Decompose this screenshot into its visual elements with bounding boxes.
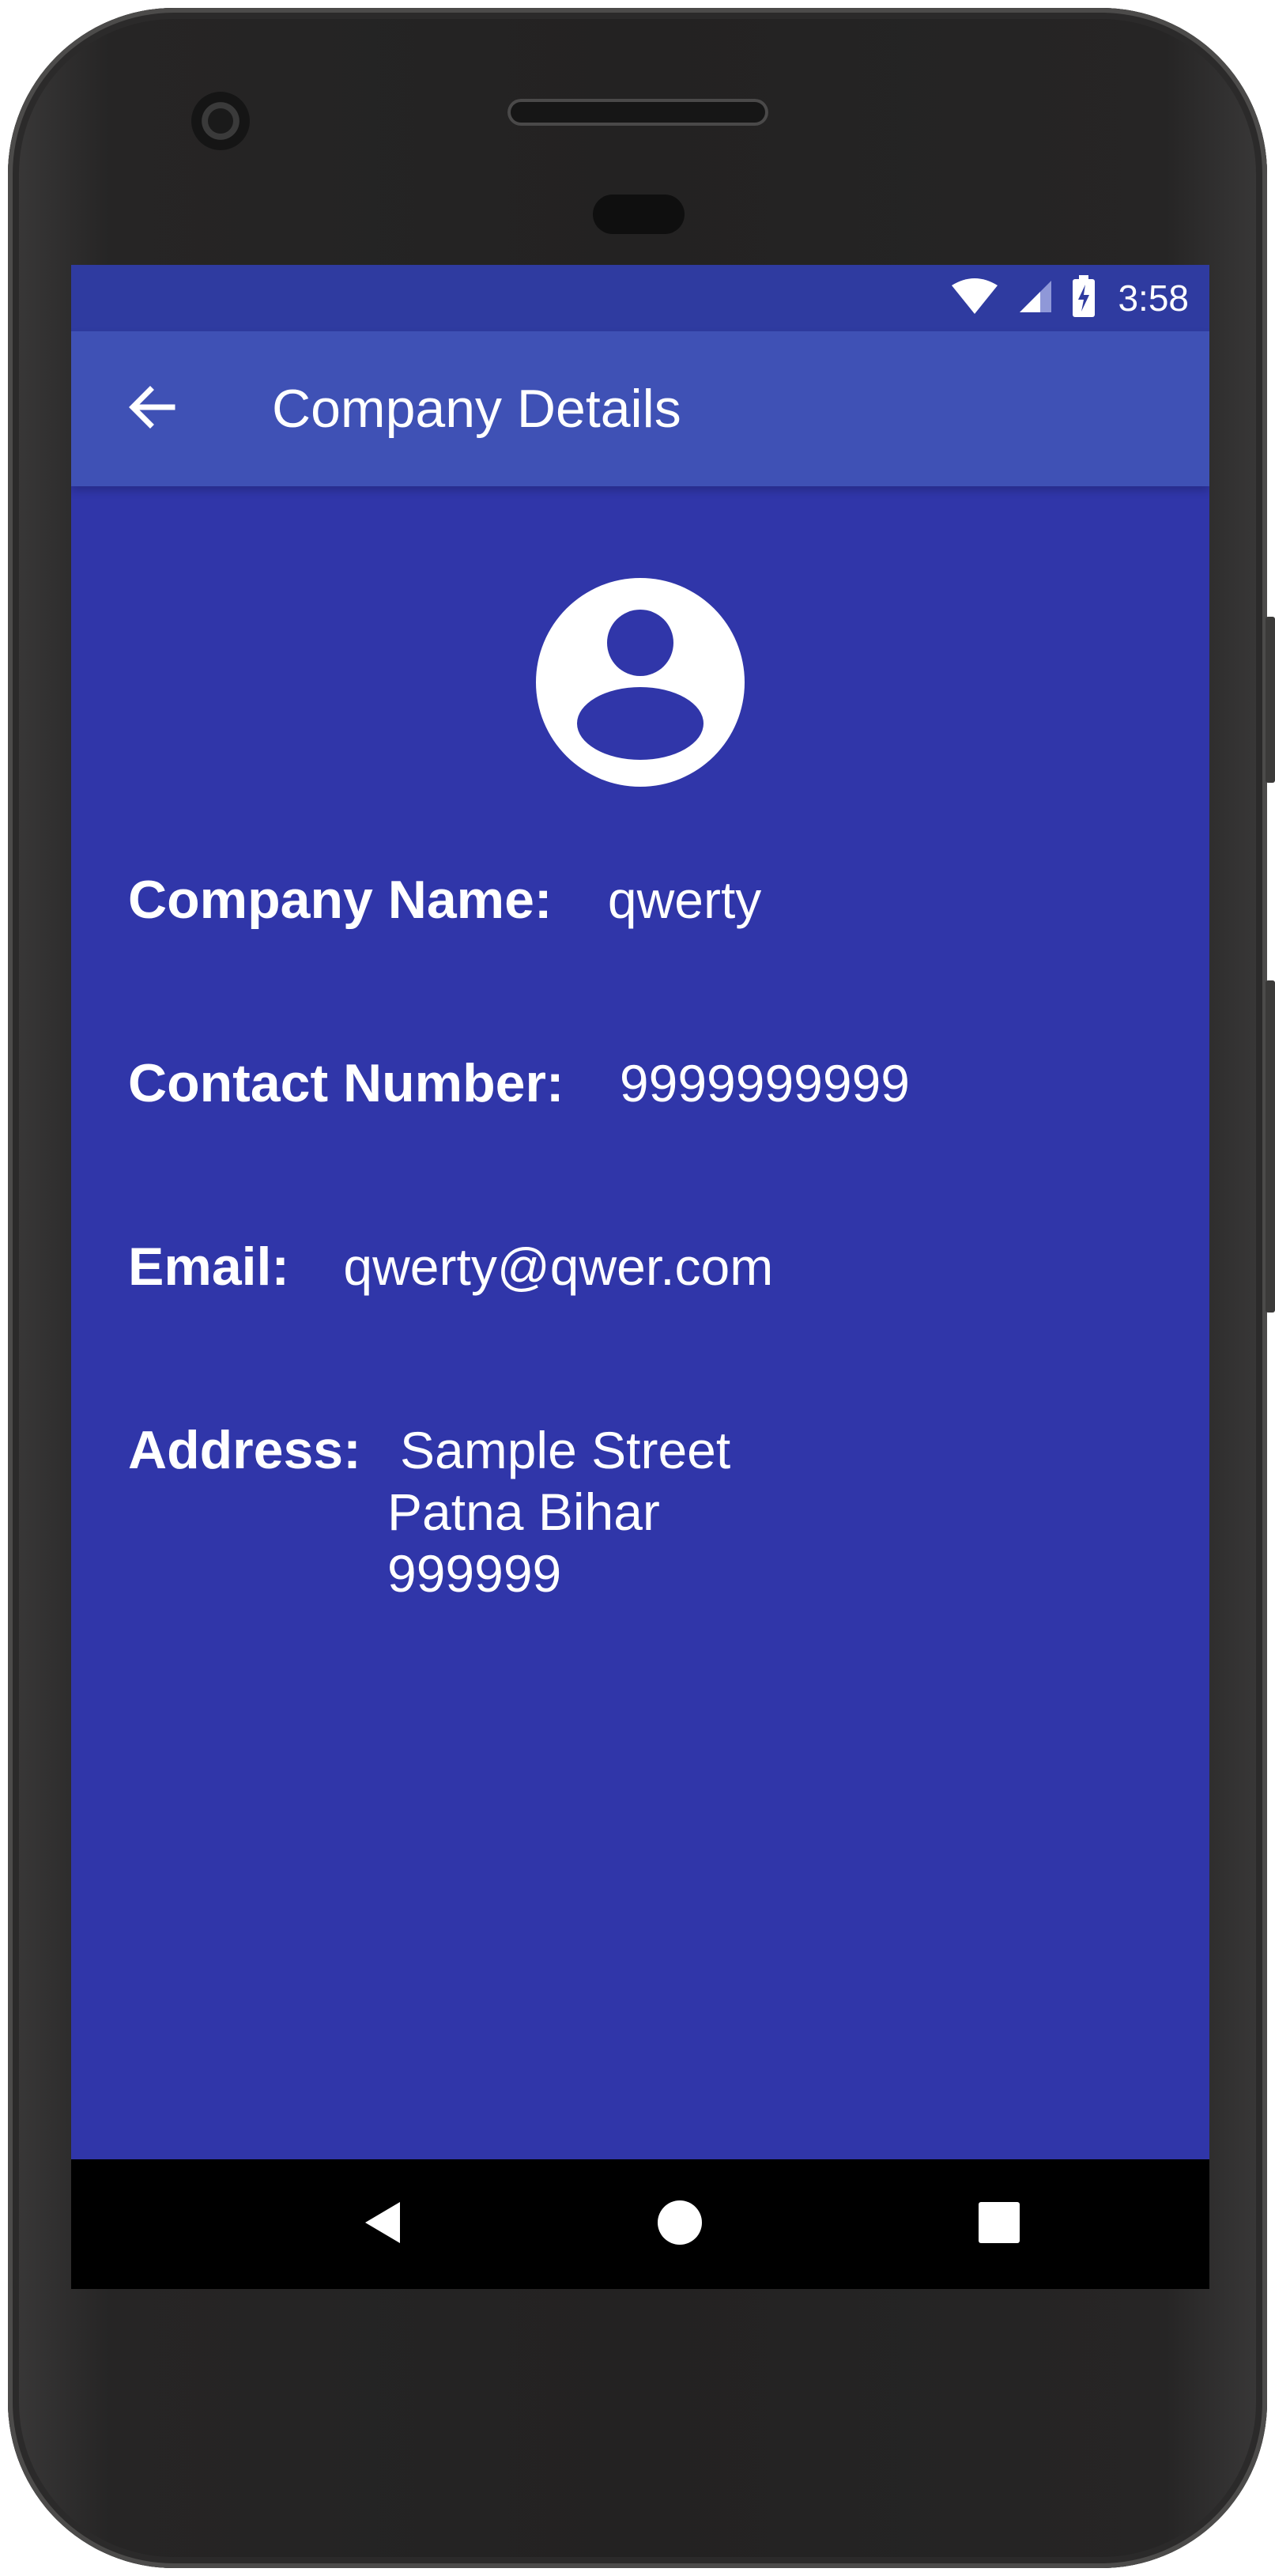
account-circle-icon [536,578,745,787]
contact-number-label: Contact Number: [128,1053,564,1113]
page-title: Company Details [272,379,681,439]
status-time: 3:58 [1118,278,1189,319]
company-name-label: Company Name: [128,870,553,930]
status-icons: 3:58 [950,265,1189,331]
email-value: qwerty@qwer.com [343,1237,774,1296]
status-bar: 3:58 [71,265,1209,331]
address-value: Sample Street Patna Bihar 999999 [387,1419,730,1604]
earpiece-speaker [507,99,768,126]
nav-home-button[interactable] [640,2185,719,2264]
arrow-left-icon [126,382,177,436]
address-line: 999999 [387,1544,562,1603]
app-bar: Company Details [71,331,1209,486]
battery-charging-icon [1072,274,1096,322]
power-button [1266,617,1275,783]
screen: 3:58 Company Details Company Name: qwert… [71,265,1209,2289]
address-label: Address: [128,1420,361,1480]
nav-back-button[interactable] [343,2185,422,2264]
address-line: Patna Bihar [387,1483,660,1541]
back-button[interactable] [111,368,193,450]
proximity-sensor [593,195,685,234]
email-row: Email: qwerty@qwer.com [128,1236,773,1297]
company-details-content: Company Name: qwerty Contact Number: 999… [71,486,1209,2159]
nav-back-icon [360,2199,405,2250]
cell-signal-icon [1017,278,1054,319]
nav-recents-button[interactable] [960,2185,1039,2264]
company-name-value: qwerty [607,871,762,929]
nav-recents-icon [978,2201,1020,2248]
nav-home-icon [657,2200,703,2249]
company-name-row: Company Name: qwerty [128,869,761,931]
phone-frame: 3:58 Company Details Company Name: qwert… [8,8,1275,2568]
contact-number-value: 9999999999 [619,1054,910,1112]
navigation-bar [71,2159,1209,2289]
address-line: Sample Street [400,1421,731,1479]
email-label: Email: [128,1237,290,1297]
contact-number-row: Contact Number: 9999999999 [128,1052,910,1114]
front-camera [191,92,250,150]
volume-button [1266,980,1275,1313]
wifi-icon [950,278,999,319]
